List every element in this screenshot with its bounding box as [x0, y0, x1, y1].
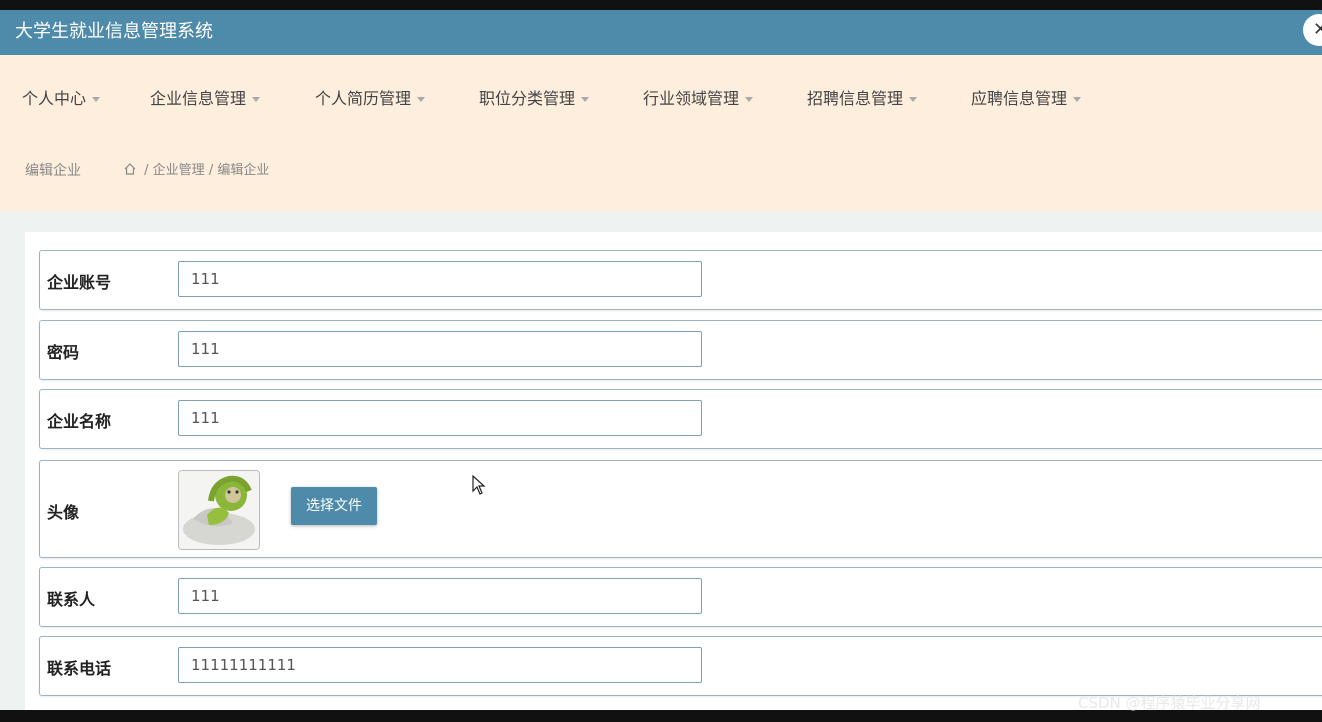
- caret-down-icon: [909, 97, 918, 102]
- field-label-contact: 联系人: [47, 590, 96, 609]
- close-icon[interactable]: ✕: [1303, 14, 1322, 46]
- form-row-avatar: 头像 选择文件: [39, 460, 1322, 558]
- choose-file-button[interactable]: 选择文件: [291, 487, 377, 525]
- top-nav: 个人中心 企业信息管理 个人简历管理 职位分类管理 行业领域管理 招聘信息管理 …: [0, 55, 1322, 211]
- caret-down-icon: [417, 97, 426, 102]
- password-input[interactable]: [178, 331, 702, 367]
- breadcrumb-separator: /: [144, 163, 149, 178]
- home-icon[interactable]: [124, 163, 136, 175]
- caret-down-icon: [1073, 97, 1082, 102]
- app-title: 大学生就业信息管理系统: [15, 21, 213, 42]
- company-name-input[interactable]: [178, 400, 702, 436]
- nav-item-job-category[interactable]: 职位分类管理: [479, 89, 590, 109]
- form-row-company-name: 企业名称: [39, 389, 1322, 449]
- field-label-password: 密码: [47, 343, 80, 362]
- page-title: 编辑企业: [25, 163, 81, 179]
- account-input[interactable]: [178, 261, 702, 297]
- edit-form: 企业账号 密码 企业名称 头像: [25, 232, 1322, 710]
- form-row-contact: 联系人: [39, 567, 1322, 627]
- form-row-phone: 联系电话: [39, 636, 1322, 696]
- field-label-account: 企业账号: [47, 273, 112, 292]
- avatar: [178, 470, 260, 550]
- nav-item-company-info[interactable]: 企业信息管理: [150, 89, 261, 109]
- watermark: CSDN @程序猿毕业分享网: [1078, 694, 1261, 712]
- nav-item-recruitment[interactable]: 招聘信息管理: [807, 89, 918, 109]
- nav-item-resume[interactable]: 个人简历管理: [315, 89, 426, 109]
- form-row-password: 密码: [39, 320, 1322, 380]
- form-row-account: 企业账号: [39, 250, 1322, 310]
- app-window: 大学生就业信息管理系统 ✕ 个人中心 企业信息管理 个人简历管理 职位分类管理 …: [0, 10, 1322, 710]
- contact-input[interactable]: [178, 578, 702, 614]
- breadcrumb: / 企业管理 / 编辑企业: [124, 161, 269, 181]
- caret-down-icon: [745, 97, 754, 102]
- caret-down-icon: [252, 97, 261, 102]
- title-bar: 大学生就业信息管理系统 ✕: [0, 10, 1322, 55]
- caret-down-icon: [92, 97, 101, 102]
- field-label-phone: 联系电话: [47, 659, 112, 678]
- nav-item-personal-center[interactable]: 个人中心: [22, 89, 101, 109]
- field-label-company-name: 企业名称: [47, 412, 112, 431]
- phone-input[interactable]: [178, 647, 702, 683]
- field-label-avatar: 头像: [47, 503, 80, 522]
- nav-item-industry[interactable]: 行业领域管理: [643, 89, 754, 109]
- avatar-image: [179, 471, 259, 549]
- nav-item-application[interactable]: 应聘信息管理: [971, 89, 1082, 109]
- breadcrumb-section[interactable]: 企业管理: [153, 163, 205, 178]
- breadcrumb-separator: /: [208, 163, 214, 178]
- mouse-cursor-icon: [472, 475, 486, 495]
- breadcrumb-current: 编辑企业: [217, 163, 270, 178]
- caret-down-icon: [581, 97, 590, 102]
